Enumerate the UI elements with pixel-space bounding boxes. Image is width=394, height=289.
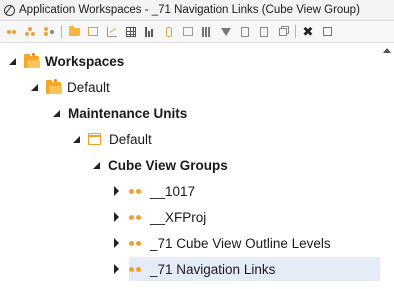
toolbar-separator — [295, 25, 296, 38]
document-icon[interactable] — [238, 25, 252, 39]
expand-arrow-icon[interactable] — [114, 264, 119, 274]
collapse-arrow-icon[interactable] — [9, 57, 16, 65]
window-title-bar: Application Workspaces - _71 Navigation … — [0, 0, 394, 21]
scroll-up-arrow-icon[interactable] — [383, 48, 391, 53]
expand-arrow-icon[interactable] — [114, 238, 119, 248]
tree-node-label: Cube View Groups — [108, 157, 228, 173]
workspace-folder-icon — [24, 53, 40, 69]
toolbar: ✖ — [0, 21, 394, 43]
collapse-arrow-icon[interactable] — [53, 109, 60, 117]
panel-icon[interactable] — [181, 25, 195, 39]
tree-node-workspaces[interactable]: Workspaces — [0, 48, 380, 74]
tree-node-cube-view-group-selected[interactable]: _71 Navigation Links — [0, 256, 380, 282]
cube-view-group-icon — [129, 266, 141, 272]
tree-node-default-workspace[interactable]: Default — [0, 74, 380, 100]
app-logo-icon — [4, 4, 15, 16]
workspace-folder-icon — [46, 79, 62, 95]
tree-node-label: __XFProj — [150, 209, 207, 225]
tree-node-cube-view-group[interactable]: __1017 — [0, 178, 380, 204]
tree-node-label: Default — [109, 131, 152, 147]
chart-icon[interactable] — [105, 25, 119, 39]
collapse-arrow-icon[interactable] — [93, 161, 100, 169]
bars-icon[interactable] — [143, 25, 157, 39]
dots-icon[interactable] — [4, 25, 18, 39]
tree-node-cube-view-group[interactable]: __XFProj — [0, 204, 380, 230]
document-list-icon[interactable] — [257, 25, 271, 39]
collapse-arrow-icon[interactable] — [73, 135, 80, 143]
edit-icon[interactable] — [320, 25, 334, 39]
tree-node-label: _71 Cube View Outline Levels — [150, 235, 331, 251]
columns-icon[interactable] — [200, 25, 214, 39]
tree-node-cube-view-groups[interactable]: Cube View Groups — [0, 152, 380, 178]
delete-icon[interactable]: ✖ — [301, 25, 315, 39]
cube-view-group-icon — [129, 240, 141, 246]
grid-icon[interactable] — [124, 25, 138, 39]
hierarchy-icon[interactable] — [23, 25, 37, 39]
tree-node-maintenance-units[interactable]: Maintenance Units — [0, 100, 380, 126]
copy-icon[interactable] — [276, 25, 290, 39]
cube-view-group-icon — [129, 214, 141, 220]
expand-arrow-icon[interactable] — [114, 212, 119, 222]
folder-icon[interactable] — [67, 25, 81, 39]
cube-view-group-icon — [129, 188, 141, 194]
tree-node-cube-view-group[interactable]: _71 Cube View Outline Levels — [0, 230, 380, 256]
toolbar-separator — [61, 25, 62, 38]
window-title: Application Workspaces - _71 Navigation … — [19, 4, 360, 16]
box-icon[interactable] — [86, 25, 100, 39]
collapse-arrow-icon[interactable] — [31, 83, 38, 91]
tree-node-label: __1017 — [150, 183, 196, 199]
tree-node-label: Maintenance Units — [68, 105, 188, 121]
add-member-icon[interactable] — [42, 25, 56, 39]
tree-node-label: Default — [67, 79, 110, 95]
expand-arrow-icon[interactable] — [114, 186, 119, 196]
maintenance-unit-icon — [88, 133, 101, 145]
workspace-tree: Workspaces Default Maintenance Units Def… — [0, 44, 380, 289]
cylinder-icon[interactable] — [162, 25, 176, 39]
vertical-scrollbar[interactable] — [380, 44, 394, 289]
tree-node-default-unit[interactable]: Default — [0, 126, 380, 152]
tree-node-label: Workspaces — [45, 53, 125, 69]
tree-node-label: _71 Navigation Links — [150, 261, 276, 277]
filter-icon[interactable] — [219, 25, 233, 39]
